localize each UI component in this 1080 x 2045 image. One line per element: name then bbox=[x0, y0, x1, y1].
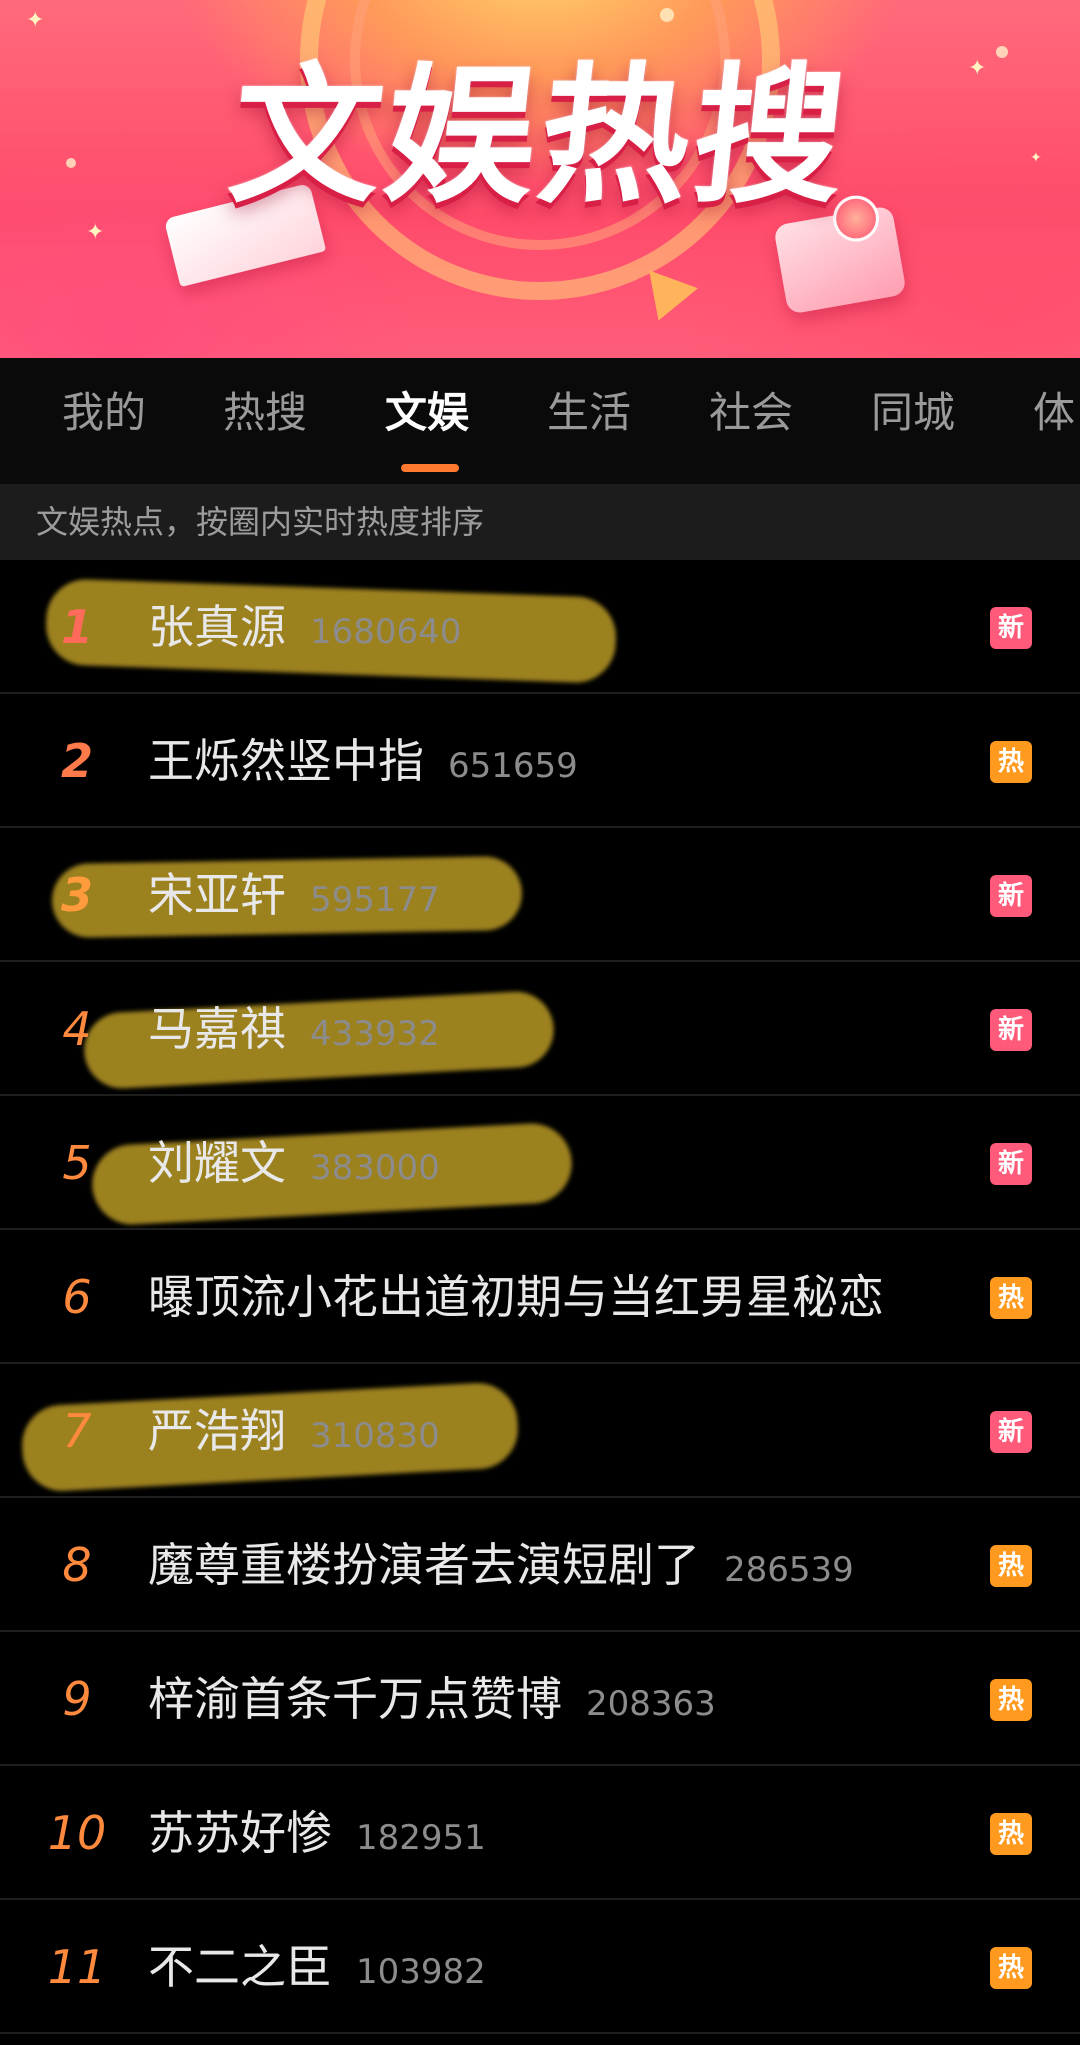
item-title: 宋亚轩 bbox=[148, 868, 286, 922]
sparkle-icon: ✦ bbox=[86, 220, 105, 245]
rank-number: 7 bbox=[62, 1404, 92, 1458]
item-title: 刘耀文 bbox=[148, 1136, 286, 1190]
sparkle-dot bbox=[660, 8, 674, 22]
active-tab-indicator bbox=[401, 464, 459, 472]
rank-number: 4 bbox=[62, 1002, 92, 1056]
heat-value: 1680640 bbox=[310, 612, 462, 652]
new-badge: 新 bbox=[990, 1411, 1032, 1453]
section-description: 文娱热点，按圈内实时热度排序 bbox=[0, 484, 1080, 560]
item-title: 苏苏好惨 bbox=[148, 1806, 332, 1860]
list-item[interactable]: 8 魔尊重楼扮演者去演短剧了 286539 热 bbox=[0, 1498, 1080, 1632]
new-badge: 新 bbox=[990, 875, 1032, 917]
list-item[interactable]: 10 苏苏好惨 182951 热 bbox=[0, 1766, 1080, 1900]
new-badge: 新 bbox=[990, 1009, 1032, 1051]
category-tabs: 我的 热搜 文娱 生活 社会 同城 体 bbox=[0, 358, 1080, 484]
rank-number: 11 bbox=[47, 1940, 107, 1994]
list-item[interactable]: 9 梓渝首条千万点赞博 208363 热 bbox=[0, 1632, 1080, 1766]
rank-number: 3 bbox=[60, 868, 93, 922]
rank-number: 6 bbox=[62, 1270, 92, 1324]
sparkle-icon: ✦ bbox=[26, 8, 45, 33]
item-title: 不二之臣 bbox=[148, 1940, 332, 1994]
item-title: 王烁然竖中指 bbox=[148, 734, 424, 788]
list-item[interactable]: 11 不二之臣 103982 热 bbox=[0, 1900, 1080, 2034]
list-item[interactable]: 1 张真源 1680640 新 bbox=[0, 560, 1080, 694]
list-item[interactable]: 4 马嘉祺 433932 新 bbox=[0, 962, 1080, 1096]
heat-value: 103982 bbox=[356, 1952, 486, 1992]
heat-value: 433932 bbox=[310, 1014, 440, 1054]
heat-value: 310830 bbox=[310, 1416, 440, 1456]
hot-badge: 热 bbox=[990, 1813, 1032, 1855]
item-title: 梓渝首条千万点赞博 bbox=[148, 1672, 562, 1726]
rank-number: 10 bbox=[47, 1806, 107, 1860]
item-title: 马嘉祺 bbox=[148, 1002, 286, 1056]
item-title: 魔尊重楼扮演者去演短剧了 bbox=[148, 1538, 700, 1592]
rank-number: 5 bbox=[62, 1136, 92, 1190]
hot-badge: 热 bbox=[990, 1947, 1032, 1989]
hot-badge: 热 bbox=[990, 1277, 1032, 1319]
new-badge: 新 bbox=[990, 607, 1032, 649]
tab-life[interactable]: 生活 bbox=[547, 392, 631, 434]
item-title: 严浩翔 bbox=[148, 1404, 286, 1458]
hot-badge: 热 bbox=[990, 1545, 1032, 1587]
banner: ✦ ✦ ✦ ✦ 文娱热搜 bbox=[0, 0, 1080, 358]
hot-badge: 热 bbox=[990, 741, 1032, 783]
heat-value: 286539 bbox=[724, 1550, 854, 1590]
tab-society[interactable]: 社会 bbox=[709, 392, 793, 434]
sparkle-dot bbox=[996, 46, 1008, 58]
rank-number: 9 bbox=[62, 1672, 92, 1726]
rank-number: 1 bbox=[60, 600, 93, 654]
heat-value: 651659 bbox=[448, 746, 578, 786]
list-item[interactable]: 2 王烁然竖中指 651659 热 bbox=[0, 694, 1080, 828]
heat-value: 182951 bbox=[356, 1818, 486, 1858]
list-item[interactable]: 5 刘耀文 383000 新 bbox=[0, 1096, 1080, 1230]
rank-number: 8 bbox=[62, 1538, 92, 1592]
tab-hot-search[interactable]: 热搜 bbox=[223, 392, 307, 434]
rank-number: 2 bbox=[60, 734, 93, 788]
tab-mine[interactable]: 我的 bbox=[62, 392, 146, 434]
heat-value: 595177 bbox=[310, 880, 440, 920]
new-badge: 新 bbox=[990, 1143, 1032, 1185]
item-title: 张真源 bbox=[148, 600, 286, 654]
list-item[interactable]: 3 宋亚轩 595177 新 bbox=[0, 828, 1080, 962]
hot-search-list: 1 张真源 1680640 新 2 王烁然竖中指 651659 热 3 宋亚轩 595… bbox=[0, 560, 1080, 2034]
tab-local[interactable]: 同城 bbox=[871, 392, 955, 434]
list-item[interactable]: 7 严浩翔 310830 新 bbox=[0, 1364, 1080, 1498]
list-item[interactable]: 6 曝顶流小花出道初期与当红男星秘恋 热 bbox=[0, 1230, 1080, 1364]
tab-sports[interactable]: 体 bbox=[1033, 392, 1075, 434]
item-title: 曝顶流小花出道初期与当红男星秘恋 bbox=[148, 1270, 884, 1324]
heat-value: 383000 bbox=[310, 1148, 440, 1188]
tab-entertainment[interactable]: 文娱 bbox=[385, 392, 469, 434]
heat-value: 208363 bbox=[586, 1684, 716, 1724]
banner-title: 文娱热搜 bbox=[222, 50, 858, 224]
triangle-decoration bbox=[634, 270, 698, 330]
hot-badge: 热 bbox=[990, 1679, 1032, 1721]
